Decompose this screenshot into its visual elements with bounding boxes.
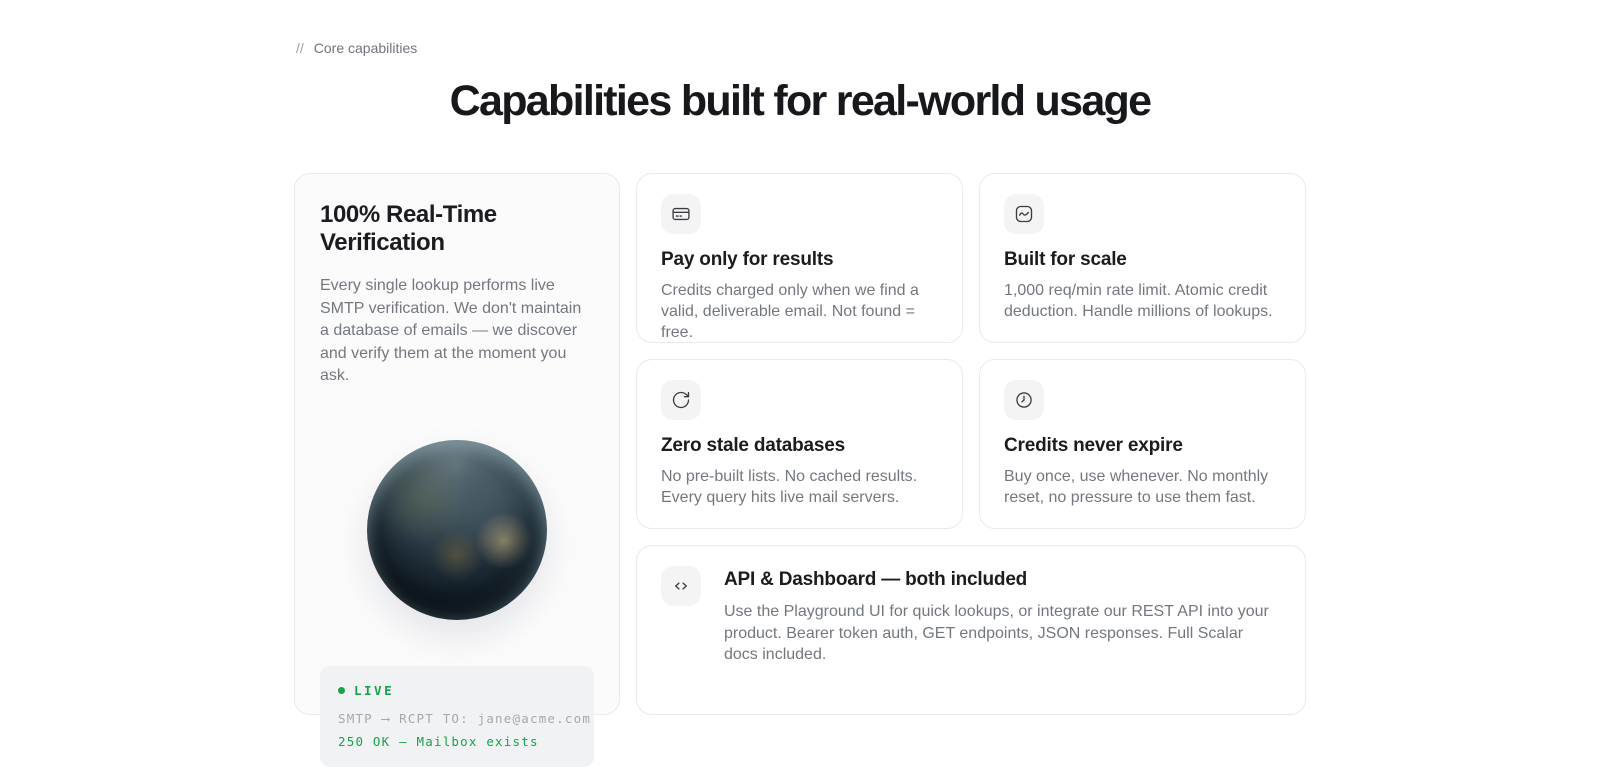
card-title: Built for scale bbox=[1004, 249, 1281, 271]
smtp-terminal: LIVE SMTP ⟶ RCPT TO: jane@acme.com 250 O… bbox=[320, 666, 594, 767]
card-description: 1,000 req/min rate limit. Atomic credit … bbox=[1004, 280, 1281, 322]
card-description: Use the Playground UI for quick lookups,… bbox=[724, 601, 1281, 666]
card-zero-stale-databases: Zero stale databases No pre-built lists.… bbox=[636, 359, 963, 529]
card-real-time-verification: 100% Real-Time Verification Every single… bbox=[294, 173, 620, 715]
card-description: No pre-built lists. No cached results. E… bbox=[661, 466, 938, 508]
section-title: Capabilities built for real-world usage bbox=[294, 77, 1306, 126]
clock-icon bbox=[1014, 390, 1034, 410]
card-title: Credits never expire bbox=[1004, 435, 1281, 457]
icon-tile bbox=[661, 566, 701, 606]
live-status-label: LIVE bbox=[354, 683, 394, 698]
eyebrow-label: Core capabilities bbox=[314, 40, 418, 56]
capabilities-layout: 100% Real-Time Verification Every single… bbox=[294, 173, 1306, 715]
earth-globe-image bbox=[367, 440, 547, 620]
card-api-and-dashboard: API & Dashboard — both included Use the … bbox=[636, 545, 1306, 715]
card-title: API & Dashboard — both included bbox=[724, 569, 1281, 591]
icon-tile bbox=[1004, 380, 1044, 420]
icon-tile bbox=[661, 380, 701, 420]
card-title: Zero stale databases bbox=[661, 435, 938, 457]
card-built-for-scale: Built for scale 1,000 req/min rate limit… bbox=[979, 173, 1306, 343]
feature-card-title: 100% Real-Time Verification bbox=[320, 201, 594, 257]
capability-cards-grid: Pay only for results Credits charged onl… bbox=[636, 173, 1306, 715]
refresh-icon bbox=[671, 390, 691, 410]
live-indicator-dot bbox=[338, 687, 345, 694]
feature-card-description: Every single lookup performs live SMTP v… bbox=[320, 275, 594, 388]
credit-card-icon bbox=[671, 204, 691, 224]
card-description: Credits charged only when we find a vali… bbox=[661, 280, 938, 343]
icon-tile bbox=[1004, 194, 1044, 234]
wide-card-text: API & Dashboard — both included Use the … bbox=[724, 566, 1281, 666]
card-pay-only-for-results: Pay only for results Credits charged onl… bbox=[636, 173, 963, 343]
core-capabilities-section: // Core capabilities Capabilities built … bbox=[294, 0, 1306, 715]
card-title: Pay only for results bbox=[661, 249, 938, 271]
code-icon bbox=[671, 576, 691, 596]
terminal-response-line: 250 OK – Mailbox exists bbox=[338, 734, 576, 749]
terminal-request-line: SMTP ⟶ RCPT TO: jane@acme.com bbox=[338, 711, 576, 726]
terminal-status-row: LIVE bbox=[338, 683, 576, 698]
activity-chart-icon bbox=[1014, 204, 1034, 224]
card-credits-never-expire: Credits never expire Buy once, use whene… bbox=[979, 359, 1306, 529]
eyebrow: // Core capabilities bbox=[294, 40, 1306, 56]
icon-tile bbox=[661, 194, 701, 234]
eyebrow-slashes: // bbox=[296, 40, 304, 56]
card-description: Buy once, use whenever. No monthly reset… bbox=[1004, 466, 1281, 508]
